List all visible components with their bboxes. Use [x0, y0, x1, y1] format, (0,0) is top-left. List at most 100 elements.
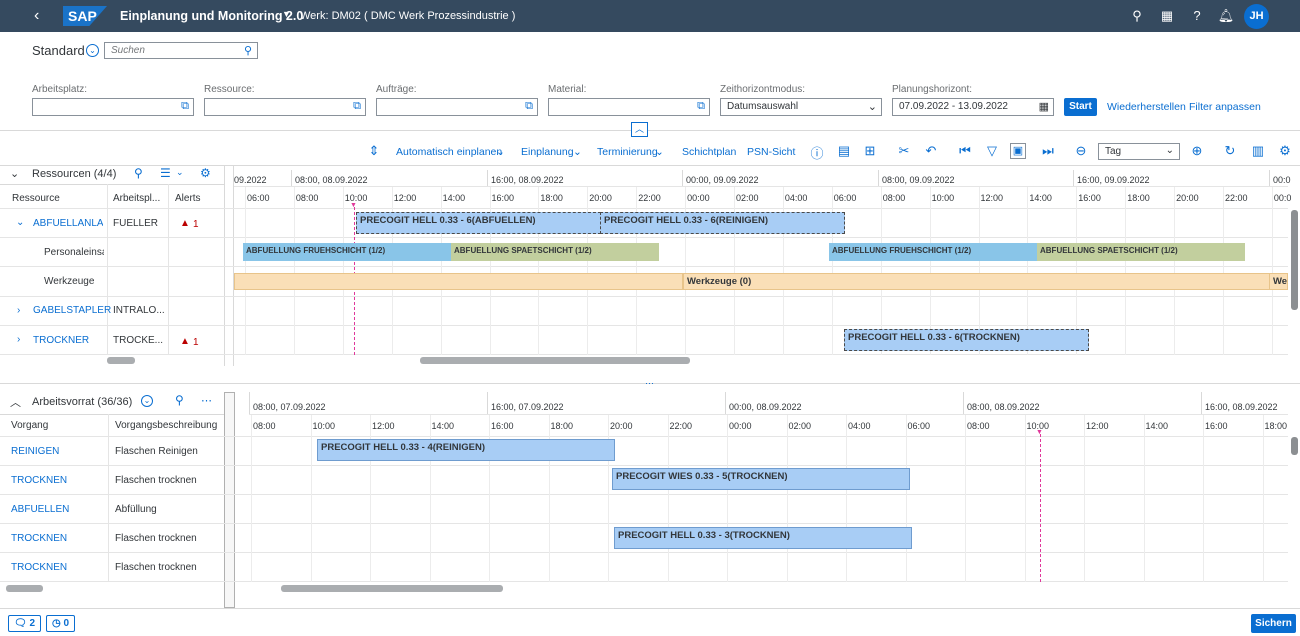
operation-link[interactable]: REINIGEN: [11, 446, 59, 457]
splitter-grip-icon[interactable]: ⋯: [645, 378, 654, 389]
refresh-icon[interactable]: ↻: [1222, 143, 1238, 159]
col-arbeitsplatz[interactable]: Arbeitspl...: [113, 193, 160, 204]
arbeitsplatz-input[interactable]: ⧉: [32, 98, 194, 116]
operation-link[interactable]: TROCKNEN: [11, 475, 67, 486]
value-help-icon[interactable]: ⧉: [181, 100, 189, 113]
value-help-icon[interactable]: ⧉: [525, 100, 533, 113]
app-title[interactable]: Einplanung und Monitoring 2.0: [120, 9, 303, 23]
notifications-icon[interactable]: 🔔︎: [1217, 8, 1235, 24]
horizontal-scrollbar[interactable]: [281, 585, 503, 592]
chevron-down-icon[interactable]: ⌄: [868, 100, 877, 113]
material-input[interactable]: ⧉: [548, 98, 710, 116]
shift-bar[interactable]: ABFUELLUNG FRUEHSCHICHT (1/2): [829, 243, 1037, 261]
first-icon[interactable]: ⏮: [957, 143, 973, 159]
title-dropdown-icon[interactable]: ▼: [282, 9, 291, 19]
tools-bar[interactable]: Werkzeuge (0): [683, 273, 1270, 290]
calculator-icon[interactable]: ▤: [836, 143, 852, 159]
undo-icon[interactable]: ↶: [923, 143, 939, 159]
chevron-down-icon[interactable]: ⌄: [496, 146, 505, 158]
operation-link[interactable]: TROCKNEN: [11, 533, 67, 544]
expand-icon[interactable]: ›: [17, 334, 20, 345]
notifications-button[interactable]: ◷ 0: [46, 615, 76, 632]
expand-rows-icon[interactable]: ⇕: [366, 143, 382, 159]
settings-icon[interactable]: ⚙: [1277, 143, 1293, 159]
variant-chevron-icon[interactable]: ⌄: [86, 44, 99, 57]
zoom-level-select[interactable]: Tag ⌄: [1098, 143, 1180, 160]
messages-button[interactable]: 🗨︎ 2: [8, 615, 42, 632]
col-ressource[interactable]: Ressource: [12, 193, 60, 204]
chevron-down-icon[interactable]: ⌄: [141, 395, 153, 407]
search-icon[interactable]: ⚲: [134, 166, 143, 180]
psn-button[interactable]: PSN-Sicht: [747, 146, 795, 158]
zoom-out-icon[interactable]: ⊖: [1073, 143, 1089, 159]
terminierung-menu[interactable]: Terminierung: [597, 146, 658, 158]
auftraege-input[interactable]: ⧉: [376, 98, 538, 116]
tools-bar[interactable]: [234, 273, 683, 290]
info-icon[interactable]: ⓘ: [809, 143, 825, 162]
shift-bar[interactable]: ABFUELLUNG SPAETSCHICHT (1/2): [451, 243, 659, 261]
col-alerts[interactable]: Alerts: [175, 193, 201, 204]
expand-icon[interactable]: ›: [17, 305, 20, 316]
operation-link[interactable]: ABFUELLEN: [11, 504, 69, 515]
value-help-icon[interactable]: ⧉: [697, 100, 705, 113]
einplanung-menu[interactable]: Einplanung: [521, 146, 574, 158]
splitter[interactable]: [224, 392, 235, 608]
avatar[interactable]: JH: [1244, 4, 1269, 29]
save-button[interactable]: Sichern: [1251, 614, 1296, 633]
columns-icon[interactable]: ▥: [1250, 143, 1266, 159]
operation-bar[interactable]: PRECOGIT HELL 0.33 - 6(REINIGEN): [600, 212, 845, 234]
calendar-today-icon[interactable]: ▣: [1010, 143, 1026, 159]
value-help-icon[interactable]: ⧉: [353, 100, 361, 113]
operation-bar[interactable]: PRECOGIT HELL 0.33 - 6(ABFUELLEN): [356, 212, 601, 234]
shift-bar[interactable]: ABFUELLUNG SPAETSCHICHT (1/2): [1037, 243, 1245, 261]
horizontal-scrollbar[interactable]: [107, 357, 135, 364]
horizontal-scrollbar[interactable]: [420, 357, 690, 364]
col-vorgangsbeschreibung[interactable]: Vorgangsbeschreibung: [115, 420, 217, 431]
col-vorgang[interactable]: Vorgang: [11, 420, 48, 431]
back-icon[interactable]: ‹: [34, 7, 39, 25]
more-icon[interactable]: ⋯: [201, 394, 212, 407]
backlog-bar[interactable]: PRECOGIT HELL 0.33 - 3(TROCKNEN): [614, 527, 912, 549]
auto-plan-button[interactable]: Automatisch einplanen: [396, 146, 502, 158]
start-button[interactable]: Start: [1064, 98, 1097, 116]
resource-name[interactable]: ABFUELLANLAG: [33, 218, 103, 229]
schichtplan-button[interactable]: Schichtplan: [682, 146, 736, 158]
zoom-in-icon[interactable]: ⊕: [1189, 143, 1205, 159]
search-icon[interactable]: ⚲: [175, 393, 184, 407]
ressource-input[interactable]: ⧉: [204, 98, 366, 116]
chevron-down-icon[interactable]: ⌄: [655, 146, 664, 158]
backlog-bar[interactable]: PRECOGIT WIES 0.33 - 5(TROCKNEN): [612, 468, 910, 490]
collapse-panel-icon[interactable]: ︿: [10, 394, 21, 410]
zeithorizont-select[interactable]: Datumsauswahl ⌄: [720, 98, 882, 116]
alert-icon[interactable]: ▲: [180, 336, 190, 347]
horizontal-scrollbar[interactable]: [6, 585, 43, 592]
expand-icon[interactable]: ⌄: [16, 217, 24, 228]
alert-icon[interactable]: ▲: [180, 218, 190, 229]
table-settings-icon[interactable]: ⊞: [862, 143, 878, 159]
resource-name[interactable]: GABELSTAPLER: [33, 305, 111, 316]
search-input[interactable]: Suchen ⚲: [104, 42, 258, 59]
operation-bar[interactable]: PRECOGIT HELL 0.33 - 6(TROCKNEN): [844, 329, 1089, 351]
calendar-icon[interactable]: ▦: [1039, 100, 1049, 113]
variant-title[interactable]: Standard: [32, 43, 85, 58]
restore-link[interactable]: Wiederherstellen: [1107, 101, 1186, 113]
settings-icon[interactable]: ⚙: [200, 166, 211, 180]
chevron-down-icon[interactable]: ⌄: [573, 146, 582, 158]
list-icon[interactable]: ☰: [160, 166, 171, 180]
help-icon[interactable]: ?: [1188, 8, 1206, 23]
vertical-scrollbar[interactable]: [1291, 210, 1298, 310]
search-icon[interactable]: ⚲: [1128, 8, 1146, 24]
last-icon[interactable]: ⏭: [1040, 143, 1056, 159]
collapse-panel-icon[interactable]: ⌄: [10, 167, 19, 180]
operation-link[interactable]: TROCKNEN: [11, 562, 67, 573]
search-icon[interactable]: ⚲: [244, 44, 252, 57]
adapt-filters-link[interactable]: Filter anpassen: [1189, 101, 1261, 113]
planungshorizont-input[interactable]: 07.09.2022 - 13.09.2022 ▦: [892, 98, 1054, 116]
filter-icon[interactable]: ▽: [984, 143, 1000, 159]
shift-bar[interactable]: ABFUELLUNG FRUEHSCHICHT (1/2): [243, 243, 451, 261]
backlog-bar[interactable]: PRECOGIT HELL 0.33 - 4(REINIGEN): [317, 439, 615, 461]
vertical-scrollbar[interactable]: [1291, 437, 1298, 455]
cut-icon[interactable]: ✂: [896, 143, 912, 159]
resource-name[interactable]: TROCKNER: [33, 335, 89, 346]
tools-bar[interactable]: Wer: [1269, 273, 1288, 290]
